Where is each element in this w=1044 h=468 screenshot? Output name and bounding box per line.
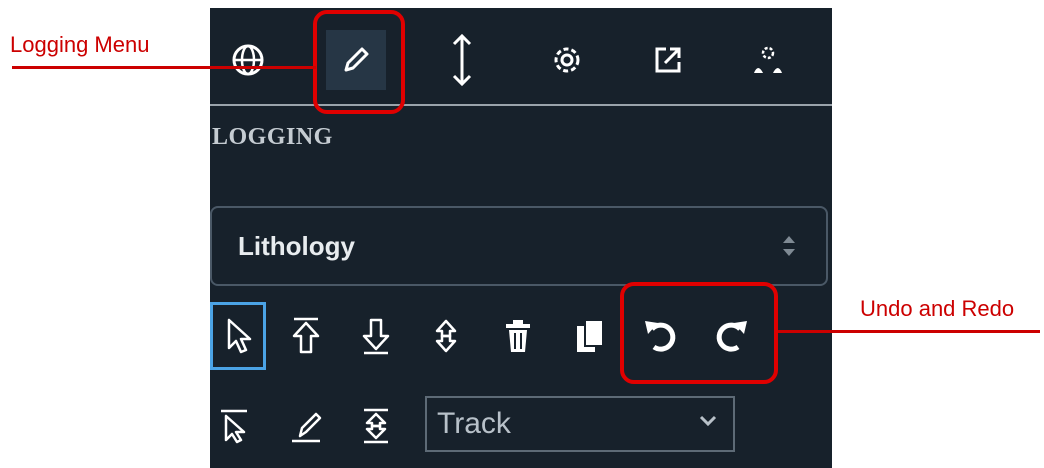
split-icon[interactable] xyxy=(424,306,468,366)
gear-icon[interactable] xyxy=(537,30,597,90)
undo-redo-highlight xyxy=(620,282,778,384)
users-settings-icon[interactable] xyxy=(738,30,798,90)
draw-icon[interactable] xyxy=(284,398,328,454)
pointer-icon[interactable] xyxy=(210,302,266,370)
logging-menu-label: Logging Menu xyxy=(10,32,150,57)
lithology-select[interactable]: Lithology xyxy=(210,206,828,286)
undo-redo-callout-line xyxy=(778,330,1040,333)
merge-icon[interactable] xyxy=(354,398,398,454)
copy-icon[interactable] xyxy=(568,306,612,366)
trash-icon[interactable] xyxy=(496,306,540,366)
select-area-icon[interactable] xyxy=(212,398,256,454)
extend-up-icon[interactable] xyxy=(284,306,328,366)
sort-caret-icon xyxy=(782,234,796,263)
section-title: LOGGING xyxy=(212,124,333,150)
track-select-value: Track xyxy=(437,407,511,440)
track-select[interactable]: Track xyxy=(425,396,735,452)
vertical-arrows-icon[interactable] xyxy=(432,30,492,90)
logging-menu-highlight xyxy=(313,10,405,114)
toolbar-divider xyxy=(210,104,832,106)
chevron-down-icon xyxy=(699,414,717,433)
globe-icon[interactable] xyxy=(218,30,278,90)
lithology-select-value: Lithology xyxy=(238,230,355,261)
extend-down-icon[interactable] xyxy=(354,306,398,366)
undo-redo-label: Undo and Redo xyxy=(860,296,1015,321)
external-link-icon[interactable] xyxy=(638,30,698,90)
logging-menu-callout-line xyxy=(12,66,316,69)
